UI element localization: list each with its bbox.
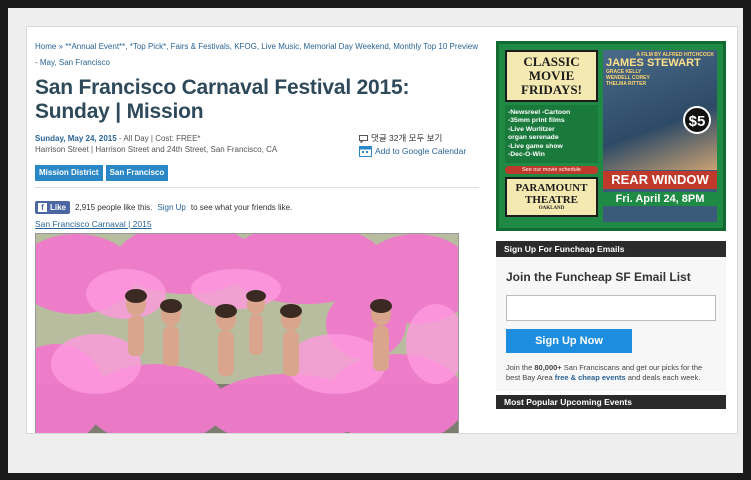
browser-page: Home » **Annual Event**, *Top Pick*, Fai… (26, 26, 738, 434)
promo-count: 80,000+ (534, 363, 562, 372)
paramount-theatre-ad[interactable]: CLASSIC MOVIE FRIDAYS! -Newsreel -Cartoo… (496, 41, 726, 231)
ad-schedule-link[interactable]: See our movie schedule (505, 166, 598, 175)
carnaval-dancers-image (36, 234, 458, 433)
ad-theatre-city: OAKLAND (538, 206, 565, 212)
ad-theatre-name: PARAMOUNT THEATRE (515, 182, 588, 207)
ad-left-panel: CLASSIC MOVIE FRIDAYS! -Newsreel -Cartoo… (505, 50, 598, 222)
ad-feature-item: -Dec-O-Win (508, 151, 545, 159)
facebook-signup-suffix: to see what your friends like. (190, 203, 293, 212)
tag-list: Mission District San Francisco (35, 165, 479, 181)
email-signup-title: Join the Funcheap SF Email List (506, 270, 691, 284)
email-signup-box: Join the Funcheap SF Email List Sign Up … (496, 257, 726, 391)
signup-header: Sign Up For Funcheap Emails (496, 241, 726, 257)
tag-mission-district[interactable]: Mission District (35, 165, 103, 181)
event-time-cost: - All Day | Cost: FREE* (116, 134, 201, 143)
email-field[interactable] (506, 295, 716, 321)
ad-showtime: Fri. April 24, 8PM (603, 192, 717, 206)
facebook-like-row: f Like 2,915 people like this. Sign Up t… (35, 201, 479, 214)
divider (35, 187, 479, 188)
event-date: Sunday, May 24, 2015 (35, 134, 117, 143)
ad-credits: A FILM BY ALFRED HITCHCOCK JAMES STEWART… (606, 52, 714, 87)
ad-movie-title: REAR WINDOW (603, 171, 717, 189)
promo-text: Join the (506, 363, 535, 372)
google-calendar-link[interactable]: Add to Google Calendar (359, 145, 479, 157)
ad-price-badge: $5 (683, 106, 711, 134)
ad-feature-item: -Live Wurlitzer (508, 125, 555, 133)
tag-san-francisco[interactable]: San Francisco (105, 165, 169, 181)
breadcrumb[interactable]: Home » **Annual Event**, *Top Pick*, Fai… (35, 39, 479, 71)
page-title: San Francisco Carnaval Festival 2015: Su… (35, 76, 479, 124)
facebook-like-button[interactable]: f Like (35, 201, 71, 214)
comments-link[interactable]: 댓글 32개 모두 보기 (359, 133, 479, 144)
ad-star: THELMA RITTER (606, 81, 647, 87)
photo-caption-link[interactable]: San Francisco Carnaval | 2015 (35, 219, 479, 230)
event-photo[interactable] (35, 233, 459, 433)
calendar-icon (359, 146, 372, 157)
title-line-2: Sunday | Mission (35, 100, 204, 123)
like-label: Like (50, 203, 67, 212)
ad-feature-item: organ serenade (508, 134, 559, 142)
main-column: Home » **Annual Event**, *Top Pick*, Fai… (35, 27, 479, 433)
popular-events-header: Most Popular Upcoming Events (496, 395, 726, 409)
promo-text: and deals each week. (625, 373, 701, 382)
event-meta: Sunday, May 24, 2015 - All Day | Cost: F… (35, 133, 479, 163)
sidebar: CLASSIC MOVIE FRIDAYS! -Newsreel -Cartoo… (496, 41, 726, 409)
ad-poster-panel: A FILM BY ALFRED HITCHCOCK JAMES STEWART… (603, 50, 717, 222)
ad-feature-item: -Live game show (508, 142, 563, 150)
event-actions: 댓글 32개 모두 보기 Add to Google Calendar (359, 133, 479, 157)
title-line-1: San Francisco Carnaval Festival 2015: (35, 76, 410, 99)
like-count: 2,915 people like this. (75, 203, 153, 212)
comment-icon (359, 134, 368, 143)
ad-feature-item: -Newsreel -Cartoon (508, 109, 571, 116)
ad-feature-list: -Newsreel -Cartoon -35mm print films -Li… (505, 105, 598, 164)
ad-classic-movie-title: CLASSIC MOVIE FRIDAYS! (505, 50, 598, 102)
facebook-icon: f (38, 203, 47, 212)
ad-feature-item: -35mm print films (508, 117, 565, 125)
ad-star: JAMES STEWART (606, 57, 701, 69)
promo-highlight: free & cheap events (554, 373, 626, 382)
comments-label: 댓글 32개 모두 보기 (371, 133, 443, 143)
ad-theatre-logo: PARAMOUNT THEATRE OAKLAND (505, 177, 598, 218)
sign-up-now-button[interactable]: Sign Up Now (506, 329, 632, 353)
google-calendar-label: Add to Google Calendar (375, 145, 467, 156)
signup-promo-text: Join the 80,000+ San Franciscans and get… (506, 363, 716, 383)
facebook-signup-link[interactable]: Sign Up (157, 203, 185, 212)
